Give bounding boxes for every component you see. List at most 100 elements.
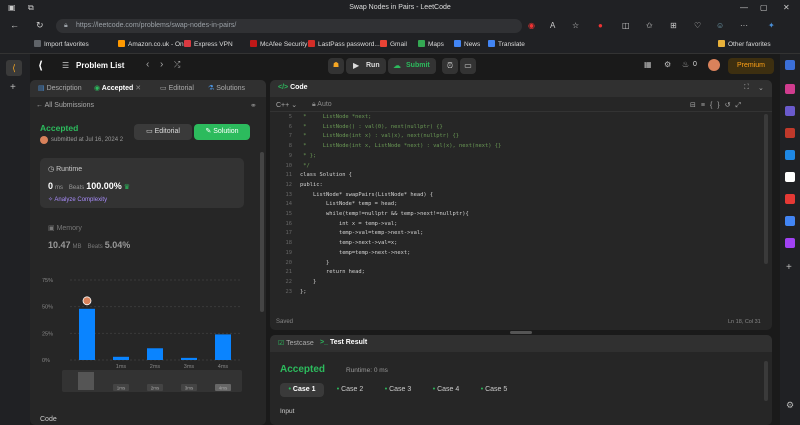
code-line[interactable]: 12 public: [270, 182, 760, 192]
favorite-item[interactable]: Import favorites [34, 40, 89, 48]
favorite-item[interactable]: McAfee Security [250, 40, 307, 48]
favorite-star-icon[interactable]: ☆ [572, 21, 579, 30]
leetcode-tab-icon[interactable]: ⟨ [6, 60, 22, 76]
shuffle-icon[interactable]: ⤮ [174, 60, 180, 70]
case-tab[interactable]: • Case 2 [328, 383, 372, 397]
user-avatar[interactable] [708, 59, 720, 71]
refresh-icon[interactable]: ↻ [36, 20, 44, 31]
favorite-item[interactable]: Maps [418, 40, 444, 48]
next-problem-icon[interactable]: › [160, 59, 163, 70]
back-icon[interactable]: ← [10, 20, 19, 30]
code-line[interactable]: 8 * ListNode(int x, ListNode *next) : va… [270, 143, 760, 153]
test-scrollbar[interactable] [764, 361, 768, 401]
url-field[interactable]: 🔒︎ https://leetcode.com/problems/swap-no… [56, 19, 522, 33]
problem-list-link[interactable]: Problem List [76, 61, 124, 70]
share-link-icon[interactable]: ⚭ [250, 101, 257, 110]
settings-menu-icon[interactable]: ··· [740, 21, 748, 30]
memory-header[interactable]: ▣ Memory [48, 224, 82, 232]
shopping-icon[interactable] [785, 84, 795, 94]
code-line[interactable]: 17 temp->val=temp->next->val; [270, 230, 760, 240]
adblock-icon[interactable]: ● [598, 21, 603, 30]
code-line[interactable]: 15 while(temp!=nullptr && temp->next!=nu… [270, 211, 760, 221]
case-tab[interactable]: • Case 1 [280, 383, 324, 397]
analyze-complexity-link[interactable]: ✧ Analyze Complexity [48, 196, 107, 203]
tab-accepted[interactable]: ◉ Accepted ✕ [94, 84, 141, 92]
case-tab[interactable]: • Case 5 [472, 383, 516, 397]
braces-icon[interactable]: {} [710, 102, 725, 109]
layout-icon[interactable]: ▦ [644, 60, 652, 69]
outlook-icon[interactable] [785, 150, 795, 160]
tab-testcase[interactable]: ☑ Testcase [278, 339, 314, 347]
add-sidebar-app-icon[interactable]: + [786, 262, 792, 273]
all-submissions-link[interactable]: ← All Submissions [36, 102, 94, 109]
favorite-item[interactable]: Translate [488, 40, 525, 48]
copilot-icon[interactable]: ✦ [768, 21, 775, 30]
editorial-button[interactable]: ▭ Editorial [134, 124, 192, 140]
favorite-item[interactable]: Amazon.co.uk - On... [118, 40, 189, 48]
fire-icon[interactable]: ♨ [682, 60, 689, 69]
minimize-icon[interactable]: — [740, 3, 748, 12]
code-line[interactable]: 19 temp=temp->next->next; [270, 250, 760, 260]
profile-avatar[interactable]: ☺ [716, 21, 724, 30]
timer-icon[interactable]: ⏰︎ [442, 58, 458, 74]
panel-resize-handle[interactable] [510, 331, 532, 334]
prev-problem-icon[interactable]: ‹ [146, 59, 149, 70]
favorite-item[interactable]: Express VPN [184, 40, 233, 48]
code-line[interactable]: 5 * ListNode *next; [270, 114, 760, 124]
code-line[interactable]: 18 temp->next->val=x; [270, 240, 760, 250]
auto-mode[interactable]: 🔒︎ Auto [312, 101, 332, 109]
bookmark-icon[interactable]: ⊟ [690, 102, 701, 109]
format-icon[interactable]: ≡ [701, 102, 710, 109]
search-sidebar-icon[interactable] [785, 60, 795, 70]
reset-icon[interactable]: ↺ [725, 102, 736, 109]
chart-bar[interactable] [181, 357, 197, 360]
code-line[interactable]: 6 * ListNode() : val(0), next(nullptr) {… [270, 124, 760, 134]
code-line[interactable]: 21 return head; [270, 269, 760, 279]
tab-code[interactable]: </> Code [278, 84, 308, 91]
collections-icon[interactable]: ⊞ [670, 21, 677, 30]
tab-solutions[interactable]: ⚗ Solutions [208, 84, 245, 92]
range-handle[interactable] [78, 372, 94, 390]
code-line[interactable]: 14 ListNode* temp = head; [270, 201, 760, 211]
close-icon[interactable]: ✕ [783, 3, 790, 12]
code-line[interactable]: 20 } [270, 260, 760, 270]
games-icon[interactable] [785, 128, 795, 138]
expand-icon[interactable]: ⛶ [744, 84, 749, 92]
read-aloud-icon[interactable]: A [550, 21, 555, 30]
chart-bar[interactable] [147, 348, 163, 360]
leetcode-logo-icon[interactable]: ⟨ [38, 59, 43, 72]
code-line[interactable]: 10 */ [270, 163, 760, 173]
tab-test-result[interactable]: >_ Test Result [320, 339, 367, 346]
code-editor[interactable]: 5 * ListNode *next; 6 * ListNode() : val(… [270, 114, 760, 314]
code-line[interactable]: 11 class Solution { [270, 172, 760, 182]
submit-button[interactable]: ☁ Submit [388, 58, 436, 74]
favorite-item[interactable]: Gmail [380, 40, 407, 48]
close-tab-icon[interactable]: ✕ [135, 85, 141, 92]
premium-button[interactable]: Premium [728, 58, 774, 74]
tools-extension-icon[interactable] [785, 238, 795, 248]
favorites-icon[interactable]: ✩ [646, 21, 653, 30]
browser-essentials-icon[interactable]: ♡ [694, 21, 701, 30]
debug-icon[interactable]: ☗ [328, 58, 344, 74]
google-icon[interactable] [785, 216, 795, 226]
case-tab[interactable]: • Case 4 [424, 383, 468, 397]
code-line[interactable]: 16 int x = temp->val; [270, 221, 760, 231]
favorite-item[interactable]: News [454, 40, 480, 48]
solution-button[interactable]: ✎ Solution [194, 124, 250, 140]
tab-editorial[interactable]: ▭ Editorial [160, 84, 194, 92]
fullscreen-icon[interactable]: ⤢ [736, 102, 747, 109]
runtime-card[interactable]: ◷ Runtime 0 ms Beats 100.00% ♛ ✧ Analyze… [40, 158, 244, 208]
chart-bar[interactable] [113, 356, 129, 360]
language-select[interactable]: C++ ⌄ [276, 101, 297, 109]
favorite-item[interactable]: LastPass password... [308, 40, 380, 48]
code-line[interactable]: 23}; [270, 289, 760, 299]
sidebar-settings-icon[interactable]: ⚙ [786, 400, 794, 411]
code-line[interactable]: 22 } [270, 279, 760, 289]
tab-description[interactable]: ▤ Description [38, 84, 82, 92]
chart-bar[interactable] [79, 308, 95, 360]
new-tab-icon[interactable]: + [10, 82, 16, 93]
office-icon[interactable] [785, 194, 795, 204]
code-line[interactable]: 13 ListNode* swapPairs(ListNode* head) { [270, 192, 760, 202]
drop-icon[interactable] [785, 172, 795, 182]
chart-bar[interactable] [215, 334, 231, 360]
